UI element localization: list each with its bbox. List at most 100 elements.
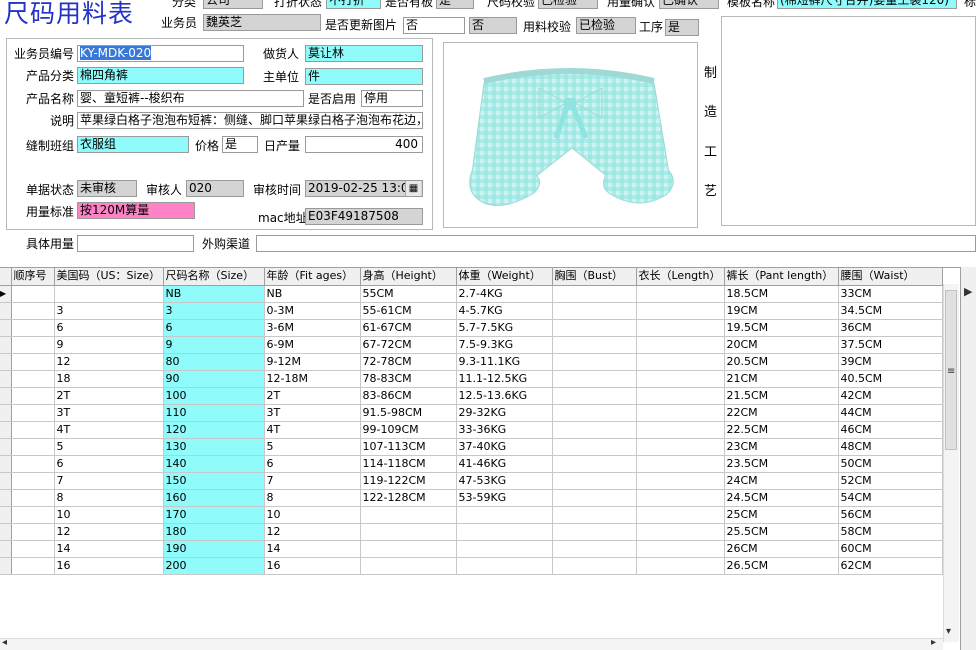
- row-indicator[interactable]: [0, 506, 12, 524]
- grid-cell[interactable]: 120: [163, 421, 265, 439]
- grid-cell[interactable]: 6-9M: [264, 336, 361, 354]
- grid-cell[interactable]: [456, 523, 553, 541]
- grid-cell[interactable]: [552, 489, 637, 507]
- grid-cell[interactable]: 21.5CM: [724, 387, 839, 405]
- grid-cell[interactable]: [636, 404, 725, 422]
- grid-cell[interactable]: [11, 302, 55, 320]
- table-row[interactable]: 7 150 7 119-122CM 47-53KG 24CM 52CM: [0, 472, 943, 490]
- grid-cell[interactable]: 4T: [54, 421, 164, 439]
- grid-cell[interactable]: [552, 353, 637, 371]
- grid-cell[interactable]: [456, 557, 553, 575]
- table-row[interactable]: 12 180 12 25.5CM 58CM: [0, 523, 943, 541]
- grid-cell[interactable]: 61-67CM: [360, 319, 457, 337]
- size-check-field[interactable]: 已检验: [538, 0, 598, 9]
- doc-status-field[interactable]: 未审核: [77, 180, 137, 197]
- grid-cell[interactable]: 37.5CM: [838, 336, 943, 354]
- material-check-field[interactable]: 已检验: [576, 17, 636, 34]
- scroll-left-icon[interactable]: ◂: [2, 637, 7, 648]
- grid-cell[interactable]: [636, 285, 725, 303]
- grid-cell[interactable]: 47-53KG: [456, 472, 553, 490]
- grid-cell[interactable]: 18.5CM: [724, 285, 839, 303]
- grid-cell[interactable]: 55-61CM: [360, 302, 457, 320]
- grid-cell[interactable]: 83-86CM: [360, 387, 457, 405]
- price-field[interactable]: 是: [222, 136, 258, 153]
- grid-cell[interactable]: [636, 421, 725, 439]
- grid-cell[interactable]: 3: [163, 302, 265, 320]
- table-row[interactable]: 6 140 6 114-118CM 41-46KG 23.5CM 50CM: [0, 455, 943, 473]
- usage-standard-field[interactable]: 按120M算量: [77, 202, 195, 219]
- grid-cell[interactable]: 5.7-7.5KG: [456, 319, 553, 337]
- grid-cell[interactable]: 91.5-98CM: [360, 404, 457, 422]
- grid-cell[interactable]: 190: [163, 540, 265, 558]
- grid-cell[interactable]: 80: [163, 353, 265, 371]
- grid-cell[interactable]: [552, 387, 637, 405]
- grid-cell[interactable]: 33CM: [838, 285, 943, 303]
- grid-cell[interactable]: 130: [163, 438, 265, 456]
- specific-usage-field[interactable]: [77, 235, 194, 252]
- grid-cell[interactable]: 4T: [264, 421, 361, 439]
- grid-cell[interactable]: [11, 319, 55, 337]
- grid-cell[interactable]: 16: [54, 557, 164, 575]
- row-indicator[interactable]: [0, 540, 12, 558]
- grid-cell[interactable]: [456, 506, 553, 524]
- grid-cell[interactable]: NB: [163, 285, 265, 303]
- grid-cell[interactable]: 72-78CM: [360, 353, 457, 371]
- grid-cell[interactable]: 9-12M: [264, 353, 361, 371]
- grid-cell[interactable]: 78-83CM: [360, 370, 457, 388]
- grid-cell[interactable]: 119-122CM: [360, 472, 457, 490]
- column-header[interactable]: 体重（Weight）: [456, 268, 553, 286]
- column-header[interactable]: 腰围（Waist）: [838, 268, 943, 286]
- grid-cell[interactable]: 180: [163, 523, 265, 541]
- row-indicator[interactable]: [0, 557, 12, 575]
- grid-cell[interactable]: 99-109CM: [360, 421, 457, 439]
- grid-cell[interactable]: 33-36KG: [456, 421, 553, 439]
- grid-cell[interactable]: 54CM: [838, 489, 943, 507]
- grid-cell[interactable]: 20.5CM: [724, 353, 839, 371]
- grid-cell[interactable]: 5: [54, 438, 164, 456]
- grid-cell[interactable]: 2.7-4KG: [456, 285, 553, 303]
- grid-cell[interactable]: 114-118CM: [360, 455, 457, 473]
- update-image-field-2[interactable]: 否: [469, 17, 517, 34]
- product-name-field[interactable]: 婴、童短裤--梭织布: [77, 90, 304, 107]
- product-image-panel[interactable]: [443, 42, 698, 228]
- scroll-right-icon[interactable]: ▸: [931, 637, 936, 648]
- grid-cell[interactable]: [636, 506, 725, 524]
- grid-cell[interactable]: 7.5-9.3KG: [456, 336, 553, 354]
- grid-cell[interactable]: 8: [54, 489, 164, 507]
- grid-cell[interactable]: 14: [54, 540, 164, 558]
- description-field[interactable]: 苹果绿白格子泡泡布短裤：侧缝、脚口苹果绿白格子泡泡布花边，: [77, 112, 423, 129]
- grid-cell[interactable]: 8: [264, 489, 361, 507]
- grid-cell[interactable]: [360, 523, 457, 541]
- grid-cell[interactable]: [11, 489, 55, 507]
- unit-field[interactable]: 件: [305, 68, 423, 85]
- grid-cell[interactable]: 23.5CM: [724, 455, 839, 473]
- grid-cell[interactable]: 160: [163, 489, 265, 507]
- update-image-field[interactable]: 否: [403, 17, 465, 34]
- grid-cell[interactable]: [360, 506, 457, 524]
- column-header[interactable]: 裤长（Pant length）: [724, 268, 839, 286]
- grid-cell[interactable]: 3T: [264, 404, 361, 422]
- grid-cell[interactable]: 50CM: [838, 455, 943, 473]
- grid-cell[interactable]: 46CM: [838, 421, 943, 439]
- grid-cell[interactable]: [552, 319, 637, 337]
- mac-field[interactable]: E03F49187508: [305, 208, 423, 225]
- grid-cell[interactable]: [636, 489, 725, 507]
- grid-cell[interactable]: [552, 540, 637, 558]
- grid-cell[interactable]: [552, 472, 637, 490]
- grid-cell[interactable]: 122-128CM: [360, 489, 457, 507]
- grid-cell[interactable]: 170: [163, 506, 265, 524]
- grid-cell[interactable]: 9: [54, 336, 164, 354]
- grid-cell[interactable]: [552, 438, 637, 456]
- grid-cell[interactable]: 9.3-11.1KG: [456, 353, 553, 371]
- grid-cell[interactable]: 12.5-13.6KG: [456, 387, 553, 405]
- reviewer-field[interactable]: 020: [186, 180, 244, 197]
- grid-cell[interactable]: [636, 319, 725, 337]
- usage-confirm-field[interactable]: 已确认: [659, 0, 719, 9]
- grid-cell[interactable]: 34.5CM: [838, 302, 943, 320]
- grid-cell[interactable]: [11, 506, 55, 524]
- grid-cell[interactable]: 12: [264, 523, 361, 541]
- table-row[interactable]: 8 160 8 122-128CM 53-59KG 24.5CM 54CM: [0, 489, 943, 507]
- grid-cell[interactable]: [11, 370, 55, 388]
- grid-cell[interactable]: [11, 421, 55, 439]
- grid-cell[interactable]: 12-18M: [264, 370, 361, 388]
